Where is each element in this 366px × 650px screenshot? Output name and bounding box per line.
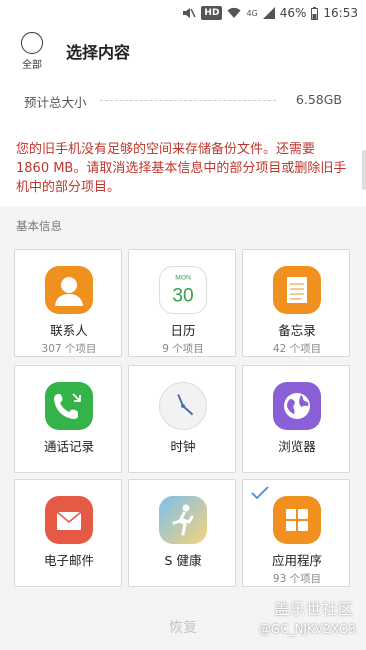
clock-icon [159,382,207,430]
item-card-s-health[interactable]: S 健康 [128,479,236,587]
hd-badge: HD [201,6,223,20]
wifi-icon [227,7,241,18]
item-card-contacts[interactable]: 联系人 307 个项目 [14,249,122,357]
item-card-memo[interactable]: 备忘录 42 个项目 [242,249,350,357]
mute-icon [183,8,197,18]
signal-icon [262,7,275,19]
section-title: 基本信息 [16,219,62,233]
browser-icon [273,382,321,430]
item-count: 42 个项目 [272,343,322,355]
item-count: 93 个项目 [272,573,322,585]
select-all-circle-icon [21,32,43,54]
apps-icon [273,496,321,544]
s-health-icon [159,496,207,544]
item-card-browser[interactable]: 浏览器 [242,365,350,473]
item-card-email[interactable]: 电子邮件 [14,479,122,587]
item-name: 浏览器 [278,439,316,454]
warning-text: 您的旧手机没有足够的空间来存储备份文件。还需要 1860 MB。请取消选择基本信… [16,142,347,195]
network-type: 4G [246,8,258,18]
page-title: 选择内容 [66,43,131,62]
estimated-size-label: 预计总大小 [24,95,87,110]
memo-icon [273,266,321,314]
app-header: 全部 选择内容 [0,26,366,76]
item-card-apps[interactable]: 应用程序 93 个项目 [242,479,350,587]
estimated-size-row: 预计总大小 6.58GB [0,76,366,124]
item-card-call-log[interactable]: 通话记录 [14,365,122,473]
calendar-month: MON [175,274,191,281]
calendar-icon: MON 30 [159,266,207,314]
battery-icon [311,6,319,20]
scrollbar[interactable] [362,150,366,190]
item-card-clock[interactable]: 时钟 [128,365,236,473]
clock-time: 16:53 [323,6,358,20]
email-icon [45,496,93,544]
divider-line [100,100,276,101]
contacts-icon [45,266,93,314]
item-name: 应用程序 [271,553,322,568]
item-name: 备忘录 [278,323,316,338]
estimated-size-value: 6.58GB [295,92,342,107]
item-name: 通话记录 [43,439,94,454]
watermark-title: 盖乐世社区 [273,600,354,618]
storage-warning: 您的旧手机没有足够的空间来存储备份文件。还需要 1860 MB。请取消选择基本信… [0,124,366,206]
calendar-day: 30 [172,286,193,307]
call-log-icon [45,382,93,430]
item-card-calendar[interactable]: MON 30 日历 9 个项目 [128,249,236,357]
item-count: 9 个项目 [162,343,204,355]
item-name: S 健康 [164,553,202,568]
checkmark-icon [251,486,269,500]
select-all-label: 全部 [22,60,42,71]
item-name: 日历 [170,323,196,338]
item-name: 电子邮件 [43,553,94,568]
select-all-checkbox[interactable]: 全部 [12,32,52,71]
watermark-handle: @GC_NJKV2XQ3 [258,622,356,636]
item-name: 时钟 [170,439,196,454]
item-count: 307 个项目 [41,343,97,355]
battery-percent: 46% [279,6,307,20]
item-name: 联系人 [50,323,88,338]
status-bar: HD 4G 46% 16:53 [0,0,366,26]
